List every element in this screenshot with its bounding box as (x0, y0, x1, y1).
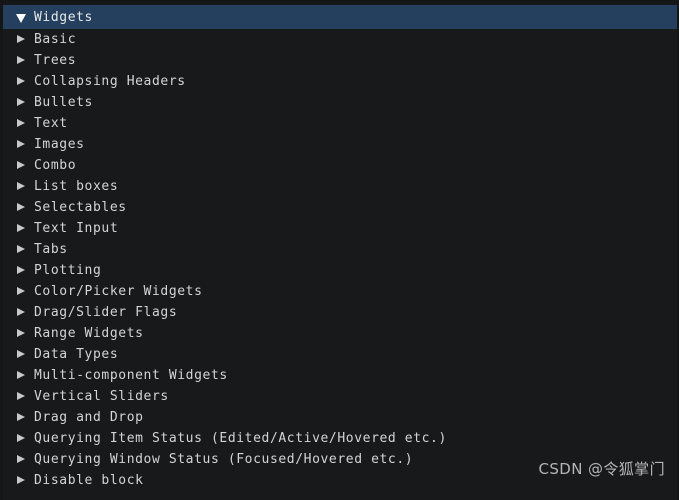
tree-node-label: Trees (34, 53, 77, 68)
widgets-tree: Widgets Basic Trees Collapsing Headers B… (3, 4, 677, 500)
tree-node-querying-item-status[interactable]: Querying Item Status (Edited/Active/Hove… (3, 428, 677, 449)
tree-node-trees[interactable]: Trees (3, 50, 677, 71)
tree-node-label: Drag/Slider Flags (34, 305, 178, 320)
tree-node-label: Tabs (34, 242, 68, 257)
tree-node-label: Range Widgets (34, 326, 144, 341)
tree-node-label: Combo (34, 158, 77, 173)
triangle-right-icon (16, 370, 27, 381)
triangle-right-icon (16, 307, 27, 318)
tree-node-label: Collapsing Headers (34, 74, 186, 89)
tree-node-images[interactable]: Images (3, 134, 677, 155)
triangle-right-icon (16, 181, 27, 192)
tree-node-label: Querying Item Status (Edited/Active/Hove… (34, 431, 447, 446)
tree-node-label: Data Types (34, 347, 119, 362)
tree-node-range-widgets[interactable]: Range Widgets (3, 323, 677, 344)
tree-node-label: Disable block (34, 473, 144, 488)
tree-node-collapsing-headers[interactable]: Collapsing Headers (3, 71, 677, 92)
tree-node-text[interactable]: Text (3, 113, 677, 134)
tree-node-label: Selectables (34, 200, 127, 215)
triangle-right-icon (16, 433, 27, 444)
tree-node-label: Bullets (34, 95, 93, 110)
tree-node-multi-component-widgets[interactable]: Multi-component Widgets (3, 365, 677, 386)
triangle-right-icon (16, 244, 27, 255)
watermark: CSDN @令狐掌门 (538, 460, 665, 478)
tree-node-label: List boxes (34, 179, 119, 194)
triangle-right-icon (16, 160, 27, 171)
triangle-right-icon (16, 265, 27, 276)
triangle-right-icon (16, 412, 27, 423)
tree-node-label: Drag and Drop (34, 410, 144, 425)
triangle-right-icon (16, 202, 27, 213)
tree-node-color-picker-widgets[interactable]: Color/Picker Widgets (3, 281, 677, 302)
triangle-right-icon (16, 76, 27, 87)
triangle-right-icon (16, 328, 27, 339)
tree-node-combo[interactable]: Combo (3, 155, 677, 176)
tree-node-label: Multi-component Widgets (34, 368, 228, 383)
tree-node-data-types[interactable]: Data Types (3, 344, 677, 365)
triangle-right-icon (16, 391, 27, 402)
tree-node-drag-slider-flags[interactable]: Drag/Slider Flags (3, 302, 677, 323)
tree-node-label: Plotting (34, 263, 102, 278)
tree-node-tabs[interactable]: Tabs (3, 239, 677, 260)
tree-node-label: Widgets (34, 9, 93, 25)
triangle-right-icon (16, 223, 27, 234)
tree-node-label: Text Input (34, 221, 119, 236)
tree-node-bullets[interactable]: Bullets (3, 92, 677, 113)
tree-node-label: Text (34, 116, 68, 131)
tree-node-label: Color/Picker Widgets (34, 284, 203, 299)
triangle-right-icon (16, 118, 27, 129)
tree-node-text-input[interactable]: Text Input (3, 218, 677, 239)
tree-node-vertical-sliders[interactable]: Vertical Sliders (3, 386, 677, 407)
imgui-demo-window: Widgets Basic Trees Collapsing Headers B… (0, 0, 679, 500)
triangle-right-icon (16, 349, 27, 360)
triangle-down-icon (16, 12, 27, 23)
tree-node-label: Basic (34, 32, 77, 47)
triangle-right-icon (16, 97, 27, 108)
triangle-right-icon (16, 454, 27, 465)
tree-node-list-boxes[interactable]: List boxes (3, 176, 677, 197)
tree-node-plotting[interactable]: Plotting (3, 260, 677, 281)
tree-node-basic[interactable]: Basic (3, 29, 677, 50)
triangle-right-icon (16, 55, 27, 66)
tree-node-selectables[interactable]: Selectables (3, 197, 677, 218)
tree-node-widgets-root[interactable]: Widgets (3, 5, 677, 29)
tree-node-label: Querying Window Status (Focused/Hovered … (34, 452, 414, 467)
triangle-right-icon (16, 139, 27, 150)
tree-node-drag-and-drop[interactable]: Drag and Drop (3, 407, 677, 428)
tree-node-label: Images (34, 137, 85, 152)
triangle-right-icon (16, 34, 27, 45)
triangle-right-icon (16, 475, 27, 486)
triangle-right-icon (16, 286, 27, 297)
tree-node-label: Vertical Sliders (34, 389, 169, 404)
